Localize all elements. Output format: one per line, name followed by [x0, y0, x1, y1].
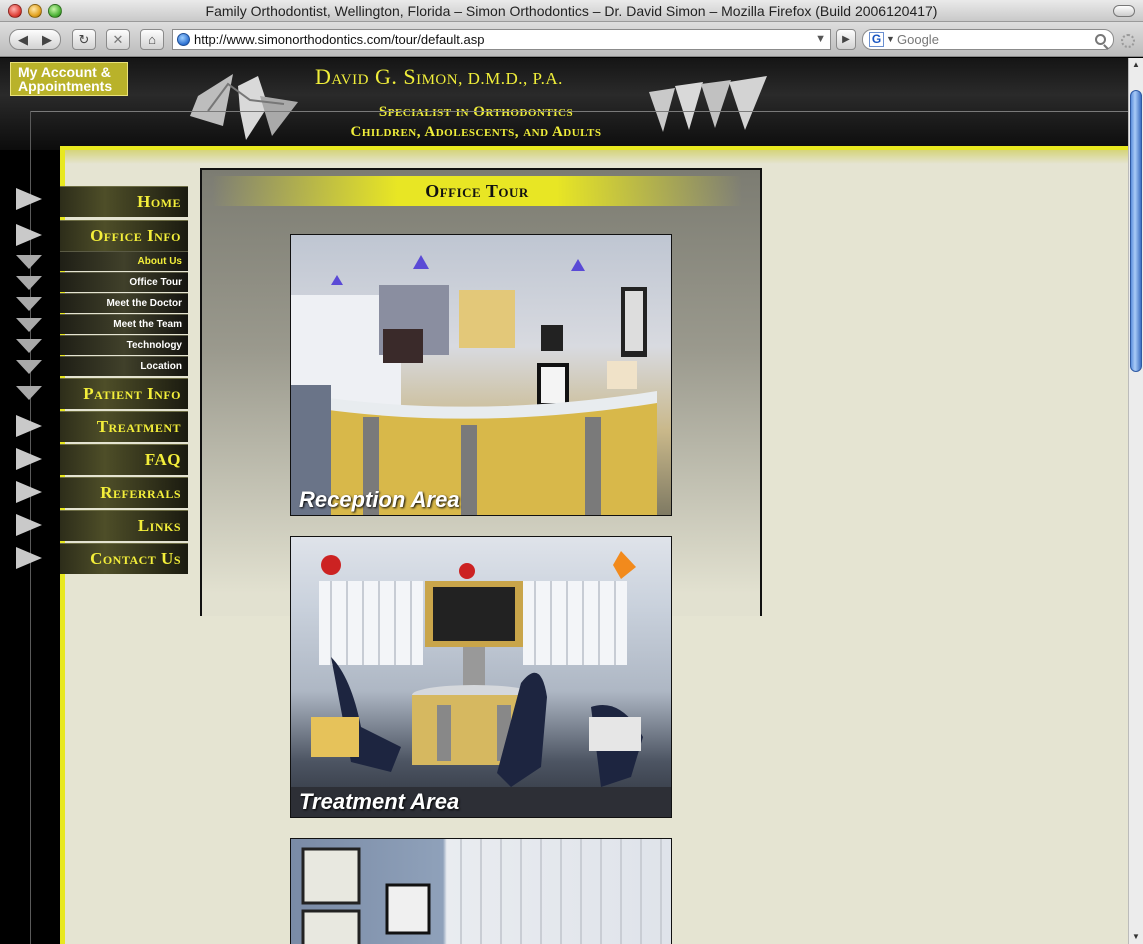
nav-arrow-icon	[16, 386, 42, 400]
stop-button[interactable]: ✕	[106, 29, 130, 50]
site-subtitle: Specialist in Orthodontics Children, Ado…	[316, 102, 636, 142]
reception-area-photo[interactable]: Reception Area	[290, 234, 672, 516]
back-forward-button-group: ◀ ▶	[9, 29, 61, 50]
subtitle-line-2: Children, Adolescents, and Adults	[350, 124, 602, 140]
nav-arrow-icon	[16, 360, 42, 374]
search-input[interactable]: G ▼ Google	[862, 29, 1114, 50]
page-viewport: My Account & Appointments David G. Simon…	[0, 58, 1128, 944]
header-divider	[30, 111, 1128, 112]
close-window-button[interactable]	[8, 4, 22, 18]
nav-arrow-icon	[16, 255, 42, 269]
engine-dropdown-icon[interactable]: ▼	[886, 30, 895, 49]
nav-arrow-icon	[16, 481, 42, 503]
consultation-photo[interactable]	[290, 838, 672, 944]
nav-arrow-icon	[16, 276, 42, 290]
nav-arrow-icon	[16, 514, 42, 536]
scrollbar-thumb[interactable]	[1130, 90, 1142, 372]
nav-referrals[interactable]: Referrals	[60, 477, 188, 508]
doctor-name: David G. Simon	[315, 64, 459, 89]
search-magnifier-icon[interactable]	[1095, 34, 1106, 45]
nav-links[interactable]: Links	[60, 510, 188, 541]
zoom-window-button[interactable]	[48, 4, 62, 18]
window-titlebar: Family Orthodontist, Wellington, Florida…	[0, 0, 1143, 22]
nav-arrow-icon	[16, 547, 42, 569]
nav-contact-us[interactable]: Contact Us	[60, 543, 188, 574]
toolbar-toggle-button[interactable]	[1113, 5, 1135, 17]
nav-treatment[interactable]: Treatment	[60, 411, 188, 442]
nav-sub-technology[interactable]: Technology	[60, 335, 188, 355]
nav-arrow-icon	[16, 448, 42, 470]
url-text: http://www.simonorthodontics.com/tour/de…	[194, 32, 485, 47]
nav-sub-about-us[interactable]: About Us	[60, 251, 188, 271]
treatment-area-photo[interactable]: Treatment Area	[290, 536, 672, 818]
site-globe-icon	[177, 33, 190, 46]
treatment-scene-image	[291, 551, 671, 817]
nav-arrow-icon	[16, 318, 42, 332]
vertical-scrollbar[interactable]: ▲ ▼	[1128, 58, 1143, 944]
nav-office-info[interactable]: Office Info	[60, 220, 188, 251]
url-history-dropdown-icon[interactable]: ▼	[815, 30, 826, 49]
nav-sub-office-tour[interactable]: Office Tour	[60, 272, 188, 292]
nav-arrow-icon	[16, 339, 42, 353]
nav-sub-location[interactable]: Location	[60, 356, 188, 376]
nav-arrow-icon	[16, 224, 42, 246]
navigation-toolbar: ◀ ▶ ↻ ✕ ⌂ http://www.simonorthodontics.co…	[0, 22, 1143, 57]
nav-arrow-icon	[16, 188, 42, 210]
window-title: Family Orthodontist, Wellington, Florida…	[205, 3, 938, 19]
nav-arrow-icon	[16, 415, 42, 437]
go-button[interactable]: ▶	[836, 29, 856, 50]
search-placeholder: Google	[897, 32, 939, 47]
logo-left-icon	[190, 74, 298, 140]
minimize-window-button[interactable]	[28, 4, 42, 18]
nav-patient-info[interactable]: Patient Info	[60, 378, 188, 409]
scroll-down-icon[interactable]: ▼	[1129, 930, 1143, 944]
nav-sub-meet-the-team[interactable]: Meet the Team	[60, 314, 188, 334]
account-appointments-button[interactable]: My Account & Appointments	[10, 62, 128, 96]
nav-faq[interactable]: FAQ	[60, 444, 188, 475]
office-tour-heading: Office Tour	[212, 176, 742, 206]
reception-scene-image	[291, 255, 657, 515]
scroll-up-icon[interactable]: ▲	[1129, 58, 1143, 72]
nav-home[interactable]: Home	[60, 186, 188, 217]
url-input[interactable]: http://www.simonorthodontics.com/tour/de…	[172, 29, 831, 50]
back-icon[interactable]: ◀	[11, 30, 35, 49]
reload-button[interactable]: ↻	[72, 29, 96, 50]
google-engine-icon[interactable]: G	[869, 32, 884, 47]
photo-caption: Reception Area	[299, 487, 460, 512]
nav-sub-meet-the-doctor[interactable]: Meet the Doctor	[60, 293, 188, 313]
site-title: David G. Simon, D.M.D., P.A.	[315, 64, 563, 90]
doctor-credentials: , D.M.D., P.A.	[458, 69, 563, 88]
forward-icon[interactable]: ▶	[35, 30, 59, 49]
subtitle-line-1: Specialist in Orthodontics	[378, 104, 574, 120]
nav-arrow-icon	[16, 297, 42, 311]
home-button[interactable]: ⌂	[140, 29, 164, 50]
site-header: My Account & Appointments David G. Simon…	[0, 58, 1128, 150]
logo-right-icon	[649, 76, 767, 132]
photo-caption: Treatment Area	[299, 789, 460, 814]
throbber-icon	[1121, 34, 1135, 48]
consultation-scene-image	[301, 839, 662, 944]
